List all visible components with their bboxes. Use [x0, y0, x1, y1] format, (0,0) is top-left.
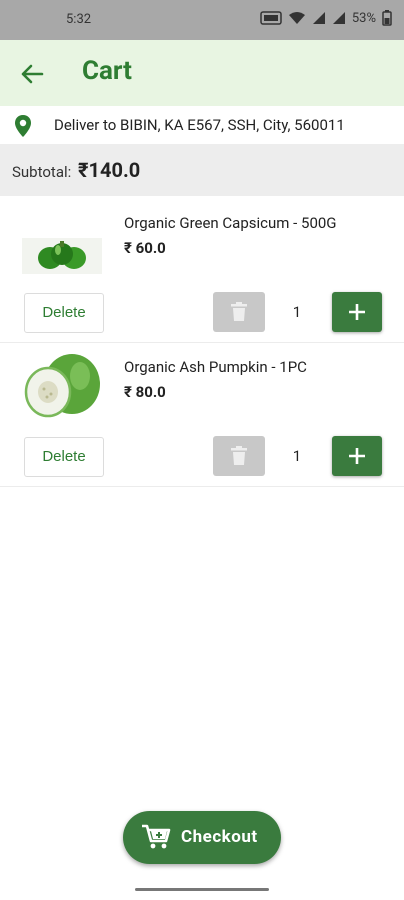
cart-item: Organic Ash Pumpkin - 1PC ₹ 80.0 Delete …: [0, 342, 404, 487]
increase-quantity-button[interactable]: [332, 292, 382, 332]
delivery-address: Deliver to BIBIN, KA E567, SSH, City, 56…: [54, 116, 345, 134]
subtotal-label: Subtotal:: [12, 163, 72, 181]
delivery-address-row[interactable]: Deliver to BIBIN, KA E567, SSH, City, 56…: [0, 106, 404, 144]
increase-quantity-button[interactable]: [332, 436, 382, 476]
home-indicator[interactable]: [135, 888, 269, 891]
signal-icon: [312, 12, 325, 24]
data-saver-icon: [260, 11, 282, 25]
signal-icon-2: [332, 12, 345, 24]
trash-icon: [231, 446, 247, 465]
delete-button[interactable]: Delete: [24, 293, 104, 333]
cart-item: Organic Green Capsicum - 500G ₹ 60.0 Del…: [0, 198, 404, 343]
page-title: Cart: [82, 56, 132, 86]
status-time: 5:32: [66, 12, 92, 27]
quantity-value: 1: [292, 447, 302, 465]
checkout-button[interactable]: Checkout: [123, 811, 281, 864]
item-price: ₹ 60.0: [124, 239, 166, 257]
wifi-icon: [288, 12, 305, 24]
battery-icon: [382, 10, 392, 26]
delete-button[interactable]: Delete: [24, 437, 104, 477]
subtotal-value: ₹140.0: [78, 158, 141, 182]
location-pin-icon: [15, 115, 31, 137]
back-arrow-icon[interactable]: [18, 60, 46, 88]
status-bar: 5:32 53%: [0, 0, 404, 40]
app-bar: Cart: [0, 40, 404, 106]
cart-icon: [142, 824, 171, 849]
quantity-value: 1: [292, 303, 302, 321]
remove-button[interactable]: [213, 292, 265, 332]
subtotal-row: Subtotal: ₹140.0: [0, 144, 404, 196]
ash-pumpkin-image: [24, 354, 100, 418]
capsicum-image: [22, 238, 102, 274]
item-price: ₹ 80.0: [124, 383, 166, 401]
checkout-label: Checkout: [181, 827, 258, 847]
item-name: Organic Ash Pumpkin - 1PC: [124, 358, 307, 376]
plus-icon: [349, 304, 365, 320]
item-name: Organic Green Capsicum - 500G: [124, 214, 337, 232]
trash-icon: [231, 302, 247, 321]
status-icons: 53%: [260, 10, 392, 26]
battery-text: 53%: [351, 10, 376, 26]
plus-icon: [349, 448, 365, 464]
remove-button[interactable]: [213, 436, 265, 476]
